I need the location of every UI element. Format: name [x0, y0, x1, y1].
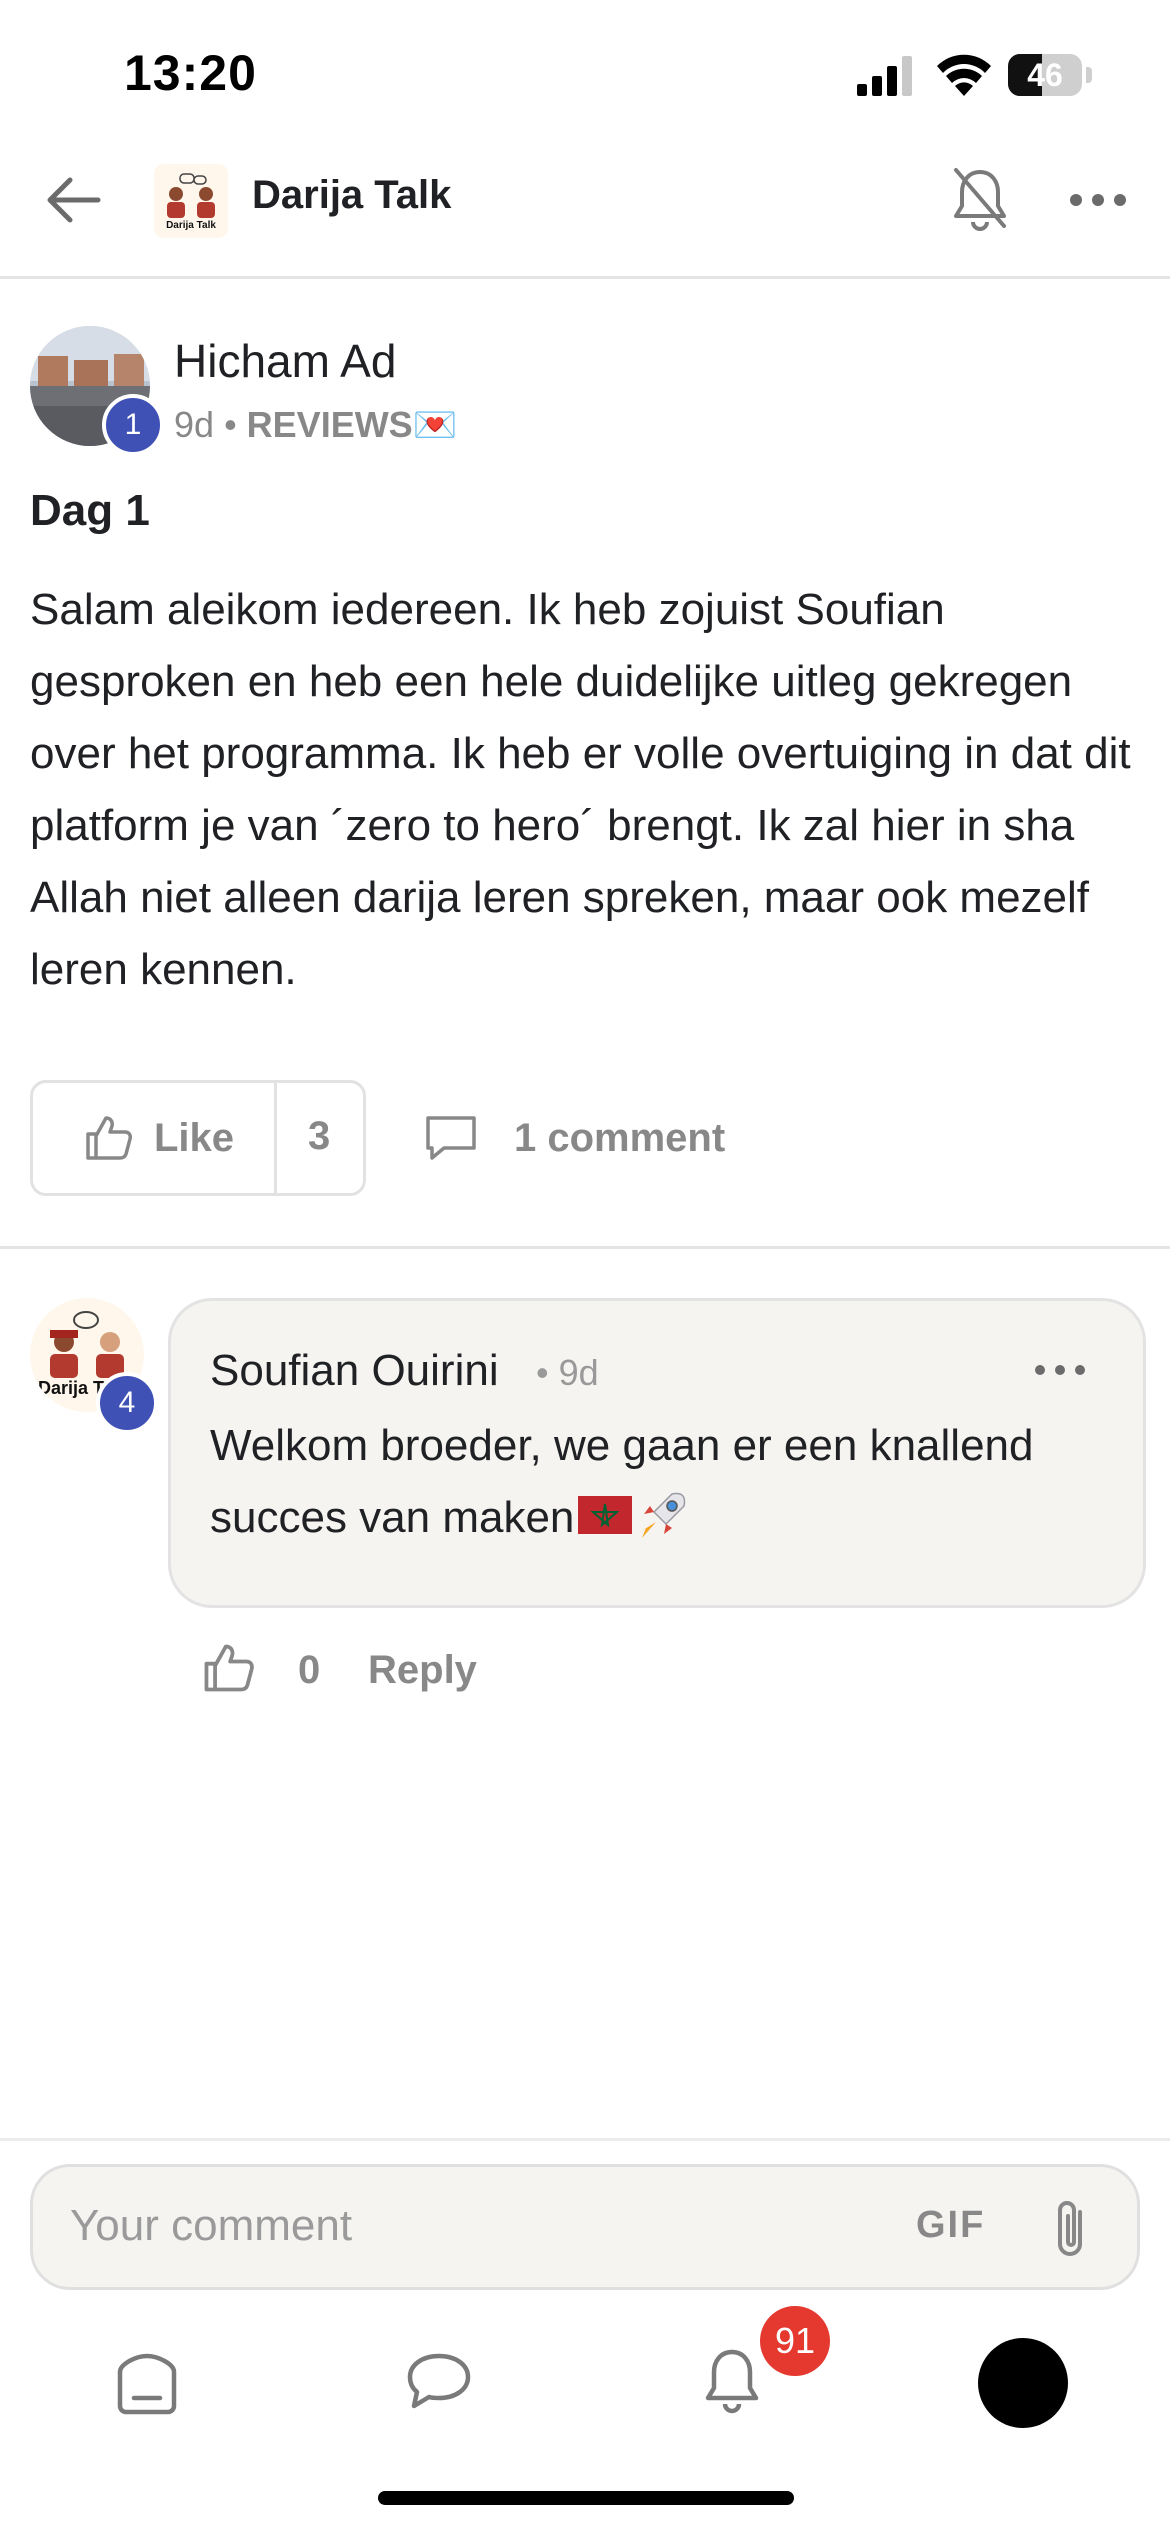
- notifications-badge: 91: [760, 2306, 830, 2376]
- cellular-signal-icon: [857, 56, 912, 96]
- paperclip-icon[interactable]: [1044, 2198, 1100, 2262]
- svg-text:Darija Talk: Darija Talk: [166, 220, 216, 231]
- post-meta: 9d • REVIEWS💌: [174, 404, 458, 446]
- profile-avatar[interactable]: [978, 2338, 1068, 2428]
- gif-button[interactable]: GIF: [916, 2204, 985, 2247]
- chat-icon[interactable]: [404, 2350, 474, 2414]
- home-icon[interactable]: [110, 2350, 184, 2418]
- notifications-icon[interactable]: [700, 2344, 764, 2416]
- like-button[interactable]: [30, 1080, 274, 1196]
- comment-time-value: 9d: [558, 1352, 599, 1393]
- notifications-off-icon[interactable]: [946, 164, 1014, 236]
- comment-input[interactable]: [70, 2196, 870, 2256]
- comment-count[interactable]: 1 comment: [514, 1116, 725, 1161]
- comment-author-level-badge: 4: [96, 1372, 158, 1434]
- composer-divider: [0, 2138, 1170, 2141]
- header-divider: [0, 276, 1170, 279]
- like-label[interactable]: Like: [154, 1116, 234, 1161]
- group-logo-image: Darija Talk: [166, 173, 216, 231]
- battery-icon: 46: [1008, 54, 1092, 96]
- group-logo[interactable]: Darija Talk: [154, 164, 228, 238]
- post-category[interactable]: REVIEWS💌: [247, 404, 458, 445]
- like-separator: [274, 1080, 277, 1196]
- battery-percentage: 46: [1027, 57, 1063, 93]
- rocket-emoji: [640, 1492, 686, 1538]
- morocco-flag-emoji: [578, 1496, 633, 1534]
- post-body: Salam aleikom iedereen. Ik heb zojuist S…: [30, 585, 1131, 994]
- comment-time: • 9d: [536, 1352, 599, 1393]
- post-divider: [0, 1246, 1170, 1249]
- comment-icon[interactable]: [422, 1112, 480, 1164]
- post-time: 9d: [174, 404, 215, 445]
- status-time: 13:20: [124, 45, 257, 101]
- home-indicator: [378, 2491, 794, 2505]
- like-count[interactable]: 3: [308, 1114, 330, 1159]
- back-arrow-icon[interactable]: [36, 164, 112, 236]
- comment-thumbs-up-icon[interactable]: [200, 1640, 256, 1696]
- comment-more-icon[interactable]: [1030, 1358, 1090, 1382]
- more-options-icon[interactable]: [1066, 182, 1130, 218]
- post-author-level-badge: 1: [102, 394, 164, 456]
- comment-author-name[interactable]: Soufian Ouirini: [210, 1346, 499, 1396]
- comment-like-count[interactable]: 0: [298, 1648, 320, 1693]
- post-title: Dag 1: [30, 486, 150, 535]
- wifi-icon: [937, 54, 991, 96]
- thumbs-up-icon[interactable]: [82, 1112, 134, 1164]
- post-author-name[interactable]: Hicham Ad: [174, 334, 396, 388]
- comment-text: Welkom broeder, we gaan er een knallend …: [210, 1410, 1110, 1554]
- reply-button[interactable]: Reply: [368, 1648, 477, 1693]
- group-title[interactable]: Darija Talk: [252, 173, 451, 218]
- meta-separator: •: [224, 404, 247, 445]
